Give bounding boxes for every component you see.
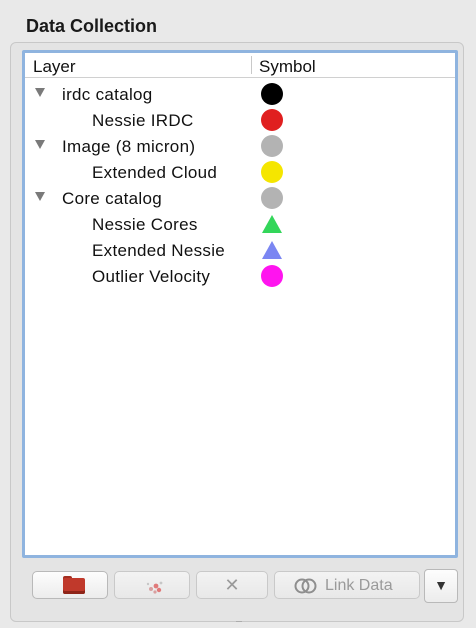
expand-triangle-icon[interactable] xyxy=(35,88,45,97)
link-rings-icon xyxy=(294,578,317,594)
close-icon: ✕ xyxy=(224,575,240,595)
dropdown-arrow-icon: ▼ xyxy=(434,577,448,593)
tree-row-label: Extended Cloud xyxy=(92,163,218,182)
circle-symbol-icon[interactable] xyxy=(260,82,284,106)
link-data-label: Link Data xyxy=(325,577,393,594)
tree-row-extended-nessie[interactable]: Extended Nessie xyxy=(25,237,455,263)
tree-row-outlier-velocity[interactable]: Outlier Velocity xyxy=(25,263,455,289)
circle-symbol-icon[interactable] xyxy=(260,108,284,132)
column-header-layer[interactable]: Layer xyxy=(33,57,76,77)
tree-row-label: Core catalog xyxy=(62,189,162,208)
data-collection-toolbar: ✕ Link Data ▼ xyxy=(22,567,462,607)
triangle-symbol-icon[interactable] xyxy=(260,212,284,236)
tree-row-label: Outlier Velocity xyxy=(92,267,211,286)
tree-row-label: Image (8 micron) xyxy=(62,137,196,156)
circle-symbol-icon[interactable] xyxy=(260,134,284,158)
tree-row-image-8-micron[interactable]: Image (8 micron) xyxy=(25,133,455,159)
panel-title: Data Collection xyxy=(26,16,158,36)
circle-symbol-icon[interactable] xyxy=(260,186,284,210)
tree-row-label: Nessie IRDC xyxy=(92,111,194,130)
tree-row-label: irdc catalog xyxy=(62,85,153,104)
new-subset-button[interactable] xyxy=(114,571,190,599)
tree-row-nessie-irdc[interactable]: Nessie IRDC xyxy=(25,107,455,133)
layer-tree[interactable]: Layer Symbol irdc catalog Nessie IRDC Im… xyxy=(22,50,458,558)
folder-icon xyxy=(63,578,85,594)
column-separator[interactable] xyxy=(251,56,252,74)
load-data-button[interactable] xyxy=(32,571,108,599)
tree-row-label: Extended Nessie xyxy=(92,241,226,260)
tree-header: Layer Symbol xyxy=(25,53,455,78)
resize-grip[interactable] xyxy=(236,621,242,626)
expand-triangle-icon[interactable] xyxy=(35,192,45,201)
tree-row-label: Nessie Cores xyxy=(92,215,198,234)
link-data-button[interactable]: Link Data xyxy=(274,571,420,599)
scatter-subset-icon xyxy=(146,581,163,594)
tree-row-irdc-catalog[interactable]: irdc catalog xyxy=(25,81,455,107)
toolbar-menu-button[interactable]: ▼ xyxy=(424,569,458,603)
column-header-symbol[interactable]: Symbol xyxy=(259,57,316,77)
tree-row-extended-cloud[interactable]: Extended Cloud xyxy=(25,159,455,185)
circle-symbol-icon[interactable] xyxy=(260,264,284,288)
tree-row-core-catalog[interactable]: Core catalog xyxy=(25,185,455,211)
circle-symbol-icon[interactable] xyxy=(260,160,284,184)
tree-row-nessie-cores[interactable]: Nessie Cores xyxy=(25,211,455,237)
triangle-symbol-icon[interactable] xyxy=(260,238,284,262)
remove-data-button[interactable]: ✕ xyxy=(196,571,268,599)
expand-triangle-icon[interactable] xyxy=(35,140,45,149)
